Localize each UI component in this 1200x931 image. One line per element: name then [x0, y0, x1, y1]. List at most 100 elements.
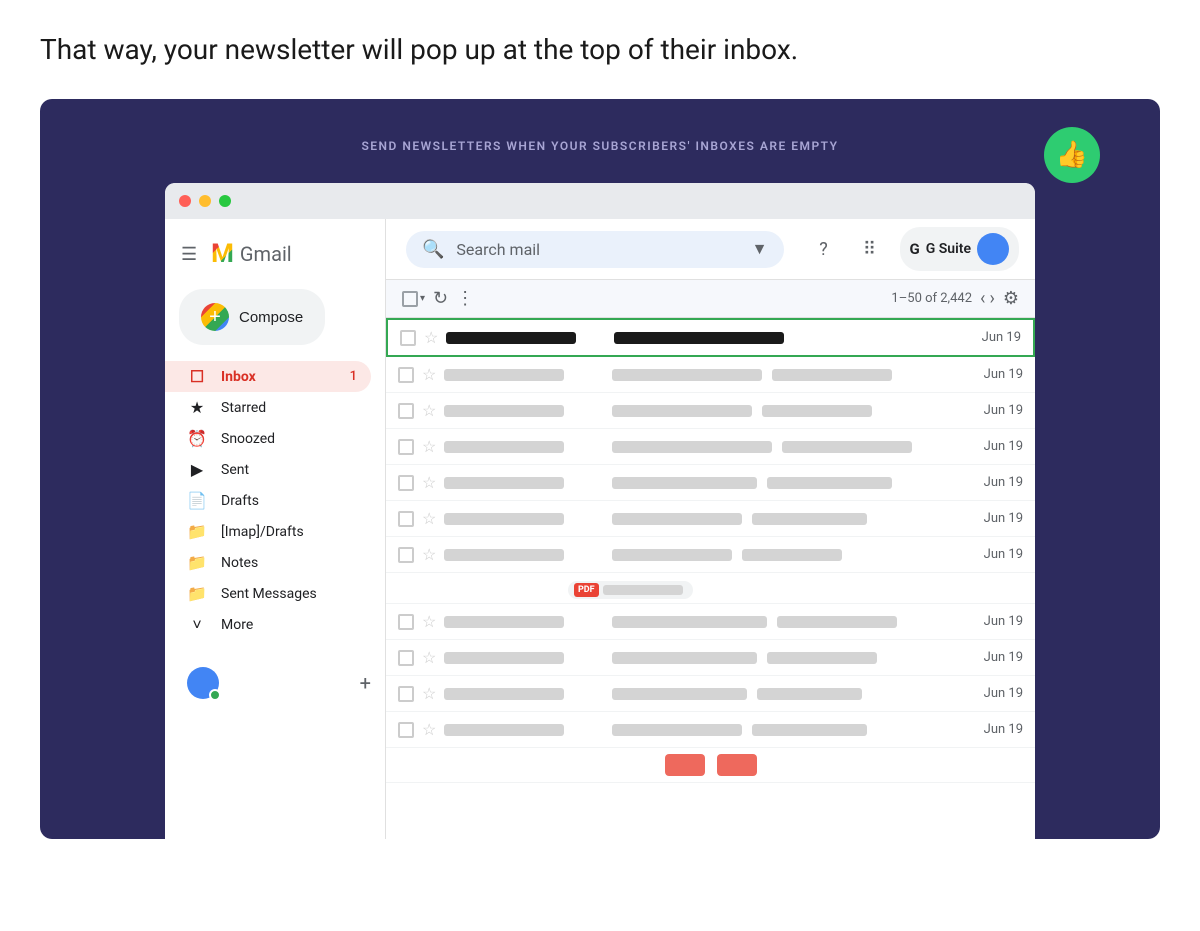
gmail-wordmark: Gmail — [240, 242, 292, 266]
star-icon[interactable]: ☆ — [422, 612, 436, 631]
email-checkbox[interactable] — [398, 722, 414, 738]
star-icon[interactable]: ☆ — [422, 473, 436, 492]
star-icon[interactable]: ☆ — [422, 401, 436, 420]
search-dropdown-icon[interactable]: ▼ — [752, 239, 768, 259]
search-bar[interactable]: 🔍 Search mail ▼ — [406, 231, 784, 268]
hamburger-icon[interactable]: ☰ — [181, 244, 197, 265]
star-icon[interactable]: ☆ — [422, 509, 436, 528]
sidebar-item-sent[interactable]: ▶ Sent — [165, 454, 371, 485]
maximize-dot[interactable] — [219, 195, 231, 207]
sidebar-label-imap-drafts: [Imap]/Drafts — [221, 524, 357, 540]
subject-bar — [612, 616, 767, 628]
sender-bar — [444, 724, 564, 736]
notes-icon: 📁 — [187, 553, 207, 572]
star-icon[interactable]: ☆ — [422, 437, 436, 456]
sidebar-item-drafts[interactable]: 📄 Drafts — [165, 485, 371, 516]
subject-bar — [612, 369, 762, 381]
settings-button[interactable]: ⚙ — [1003, 288, 1019, 309]
sidebar-label-more: More — [221, 617, 357, 633]
gsuite-label: G — [910, 240, 920, 258]
compose-label: Compose — [239, 309, 303, 326]
add-account-button[interactable]: + — [360, 671, 371, 695]
email-sender — [444, 549, 604, 561]
gmail-window: ☰ M Gmail + Compose ☐ Inbox 1 — [165, 183, 1035, 839]
email-toolbar: ▾ ↻ ⋮ 1–50 of 2,442 ‹ › ⚙ — [386, 280, 1035, 318]
starred-icon: ★ — [187, 398, 207, 417]
email-checkbox[interactable] — [400, 330, 416, 346]
star-icon[interactable]: ☆ — [422, 648, 436, 667]
email-checkbox[interactable] — [398, 547, 414, 563]
email-sender — [444, 513, 604, 525]
gsuite-button[interactable]: G G Suite — [900, 227, 1020, 271]
apps-button[interactable]: ⠿ — [854, 233, 886, 265]
table-row[interactable]: ☆ Jun 19 — [386, 537, 1035, 573]
inbox-badge: 1 — [350, 369, 357, 384]
star-icon[interactable]: ☆ — [422, 720, 436, 739]
star-icon[interactable]: ☆ — [424, 328, 438, 347]
sidebar-item-more[interactable]: ˅ More — [165, 609, 371, 641]
sidebar-item-imap-drafts[interactable]: 📁 [Imap]/Drafts — [165, 516, 371, 547]
sidebar-label-starred: Starred — [221, 400, 357, 416]
select-dropdown-icon[interactable]: ▾ — [420, 293, 425, 304]
headline: That way, your newsletter will pop up at… — [40, 30, 1160, 69]
email-checkbox[interactable] — [398, 367, 414, 383]
drafts-icon: 📄 — [187, 491, 207, 510]
table-row[interactable]: ☆ Jun 19 — [386, 465, 1035, 501]
table-row[interactable]: ☆ Jun 19 — [386, 676, 1035, 712]
more-options-button[interactable]: ⋮ — [456, 288, 474, 309]
star-icon[interactable]: ☆ — [422, 545, 436, 564]
table-row[interactable]: ☆ Jun 19 — [386, 604, 1035, 640]
table-row[interactable]: ☆ Jun 19 — [386, 712, 1035, 748]
avatar — [187, 667, 219, 699]
email-checkbox[interactable] — [398, 686, 414, 702]
sidebar-item-sent-messages[interactable]: 📁 Sent Messages — [165, 578, 371, 609]
sidebar-label-sent-messages: Sent Messages — [221, 586, 357, 602]
search-bar-area: 🔍 Search mail ▼ ? ⠿ G G Suite — [386, 219, 1035, 280]
email-content — [612, 441, 970, 453]
close-dot[interactable] — [179, 195, 191, 207]
subject-bar — [612, 405, 752, 417]
star-icon[interactable]: ☆ — [422, 365, 436, 384]
sidebar-label-notes: Notes — [221, 555, 357, 571]
select-all-checkbox[interactable] — [402, 291, 418, 307]
sidebar-item-inbox[interactable]: ☐ Inbox 1 — [165, 361, 371, 392]
email-content — [612, 616, 970, 628]
sidebar-item-snoozed[interactable]: ⏰ Snoozed — [165, 423, 371, 454]
email-sender — [444, 652, 604, 664]
sidebar-item-starred[interactable]: ★ Starred — [165, 392, 371, 423]
email-content — [612, 477, 970, 489]
email-content — [614, 332, 968, 344]
table-row[interactable]: ☆ Jun 19 — [386, 393, 1035, 429]
gmail-m-icon: M — [211, 239, 234, 269]
refresh-button[interactable]: ↻ — [433, 288, 448, 309]
search-icons: ? ⠿ G G Suite — [808, 227, 1020, 271]
next-page-button[interactable]: › — [989, 288, 994, 309]
email-checkbox[interactable] — [398, 403, 414, 419]
minimize-dot[interactable] — [199, 195, 211, 207]
preview-bar — [772, 369, 892, 381]
select-all-area[interactable]: ▾ — [402, 291, 425, 307]
sidebar-item-notes[interactable]: 📁 Notes — [165, 547, 371, 578]
email-checkbox[interactable] — [398, 511, 414, 527]
email-date: Jun 19 — [978, 475, 1023, 490]
star-icon[interactable]: ☆ — [422, 684, 436, 703]
email-checkbox[interactable] — [398, 475, 414, 491]
email-date: Jun 19 — [978, 722, 1023, 737]
user-avatar — [977, 233, 1009, 265]
table-row[interactable]: ☆ Jun 19 — [386, 429, 1035, 465]
table-row[interactable]: ☆ Jun 19 — [386, 318, 1035, 357]
table-row[interactable]: ☆ Jun 19 — [386, 357, 1035, 393]
email-content — [612, 405, 970, 417]
email-date: Jun 19 — [978, 686, 1023, 701]
table-row[interactable]: ☆ Jun 19 — [386, 640, 1035, 676]
prev-page-button[interactable]: ‹ — [980, 288, 985, 309]
email-checkbox[interactable] — [398, 439, 414, 455]
window-titlebar — [165, 183, 1035, 219]
compose-button[interactable]: + Compose — [179, 289, 325, 345]
email-checkbox[interactable] — [398, 650, 414, 666]
help-button[interactable]: ? — [808, 233, 840, 265]
dark-container: SEND NEWSLETTERS WHEN YOUR SUBSCRIBERS' … — [40, 99, 1160, 839]
email-checkbox[interactable] — [398, 614, 414, 630]
table-row[interactable]: ☆ Jun 19 — [386, 501, 1035, 537]
search-input[interactable]: Search mail — [456, 240, 739, 259]
